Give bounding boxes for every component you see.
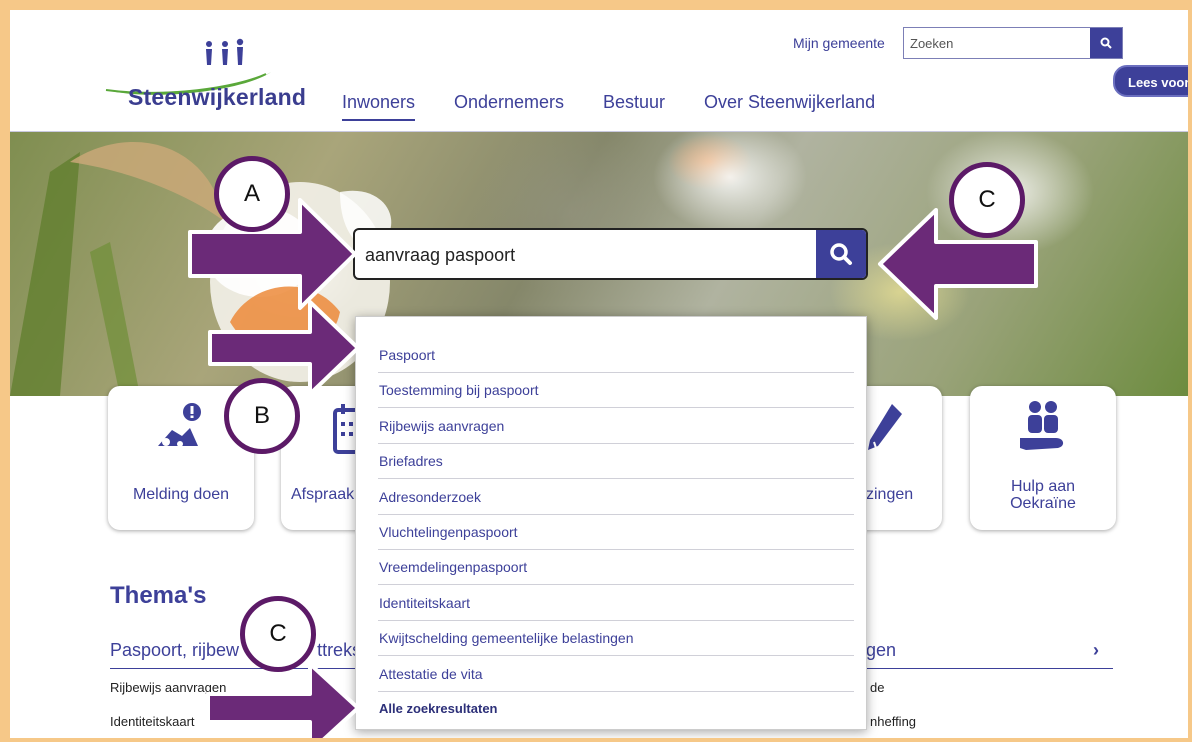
divider (110, 668, 360, 669)
header-search-button[interactable] (1090, 28, 1122, 58)
tile-hulp-oekraine[interactable]: Hulp aan Oekraïne (970, 386, 1116, 530)
divider (856, 668, 1113, 669)
search-icon (830, 243, 852, 265)
suggestion-item[interactable]: Vreemdelingenpaspoort (378, 550, 854, 585)
all-results-link[interactable]: Alle zoekresultaten (378, 692, 854, 727)
annotation-c-top: C (949, 162, 1025, 238)
themes-heading: Thema's (110, 582, 207, 609)
suggestion-item[interactable]: Rijbewijs aanvragen (378, 409, 854, 444)
header-search-input[interactable] (904, 28, 1090, 58)
logo-wordmark[interactable]: Steenwijkerland (128, 84, 306, 111)
pencil-icon (868, 404, 902, 450)
tile-label: Melding doen (132, 486, 230, 503)
annotation-c-bottom: C (240, 596, 316, 672)
nav-bestuur[interactable]: Bestuur (603, 92, 665, 113)
annotation-b: B (224, 378, 300, 454)
suggestion-item[interactable]: Attestatie de vita (378, 657, 854, 692)
tile-label: Hulp aan Oekraïne (1010, 478, 1076, 512)
theme-link[interactable]: Rijbewijs aanvragen (110, 680, 226, 695)
helping-hand-icon (1020, 401, 1064, 450)
suggestion-item[interactable]: Briefadres (378, 444, 854, 479)
header-search (903, 27, 1123, 59)
nav-over-steenwijkerland[interactable]: Over Steenwijkerland (704, 92, 875, 113)
main-search-input[interactable] (365, 239, 805, 271)
screenshot-frame: Steenwijkerland Mijn gemeente Lees voor … (10, 10, 1188, 738)
search-suggestions: Paspoort Toestemming bij paspoort Rijbew… (355, 316, 867, 730)
report-icon (158, 403, 201, 447)
theme-heading-part: Paspoort, rijbew (110, 640, 240, 660)
mijn-gemeente-link[interactable]: Mijn gemeente (793, 35, 885, 51)
search-icon (1100, 37, 1112, 49)
main-search (353, 228, 868, 280)
lees-voor-button[interactable]: Lees voor (1113, 65, 1188, 97)
theme-right-heading[interactable]: gen (866, 640, 896, 661)
nav-ondernemers[interactable]: Ondernemers (454, 92, 564, 113)
chevron-right-icon[interactable]: › (1093, 640, 1099, 661)
suggestion-item[interactable]: Paspoort (378, 338, 854, 373)
theme-paspoort-heading[interactable]: Paspoort, rijbew ttreks (110, 640, 361, 661)
suggestion-item[interactable]: Vluchtelingenpaspoort (378, 515, 854, 550)
arrow-right-icon (206, 662, 360, 738)
theme-link[interactable]: nheffing (870, 714, 916, 729)
suggestion-item[interactable]: Adresonderzoek (378, 480, 854, 515)
annotation-a: A (214, 156, 290, 232)
nav-inwoners[interactable]: Inwoners (342, 92, 416, 121)
main-search-button[interactable] (816, 230, 866, 278)
site-header: Steenwijkerland Mijn gemeente Lees voor … (10, 10, 1188, 132)
suggestion-item[interactable]: Identiteitskaart (378, 586, 854, 621)
theme-link[interactable]: de (870, 680, 884, 695)
theme-link[interactable]: Identiteitskaart (110, 714, 195, 729)
suggestion-item[interactable]: Kwijtschelding gemeentelijke belastingen (378, 621, 854, 656)
suggestion-item[interactable]: Toestemming bij paspoort (378, 373, 854, 408)
